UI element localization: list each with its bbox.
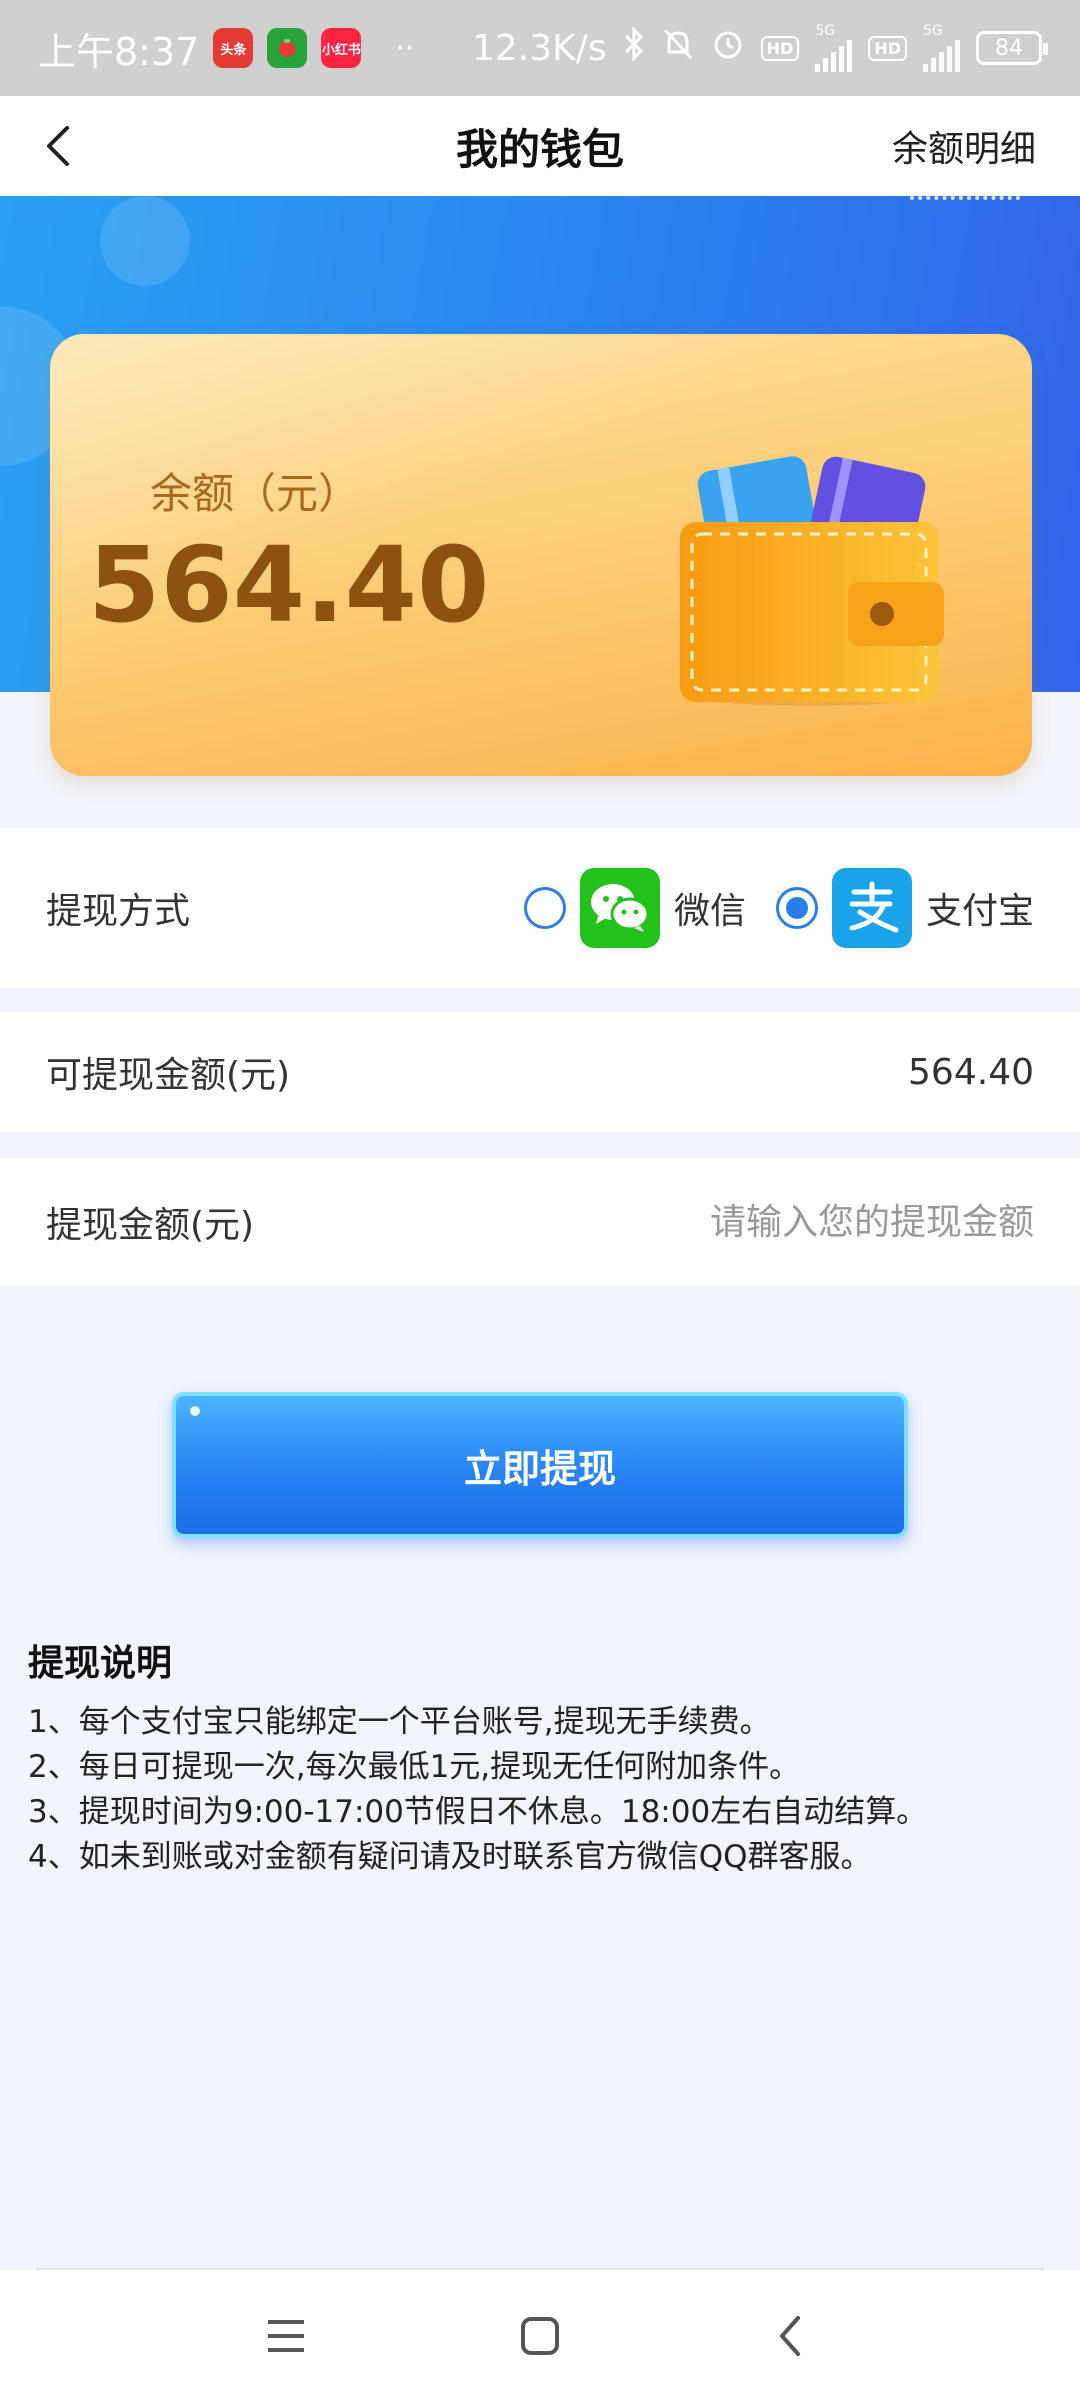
back-button[interactable] [28, 116, 88, 176]
more-notifications-dots: ·· [395, 30, 415, 66]
withdraw-now-button[interactable]: 立即提现 [172, 1392, 908, 1538]
home-button[interactable] [508, 2304, 572, 2368]
instruction-line: 4、如未到账或对金额有疑问请及时联系官方微信QQ群客服。 [28, 1839, 872, 1875]
instruction-line: 3、提现时间为9:00-17:00节假日不休息。18:00左右自动结算。 [28, 1794, 928, 1830]
menu-icon [268, 2320, 304, 2352]
signal-1: 5G [815, 24, 853, 72]
status-time: 上午8:37 [38, 29, 200, 74]
network-speed: 12.3K/s [472, 27, 607, 69]
withdraw-method-label: 提现方式 [46, 891, 191, 932]
app-header: 我的钱包 余额明细 [0, 96, 1080, 196]
alarm-icon [711, 26, 745, 71]
available-amount-value: 564.40 [908, 1051, 1034, 1093]
withdraw-instructions: 提现说明 1、每个支付宝只能绑定一个平台账号,提现无手续费。 2、每日可提现一次… [28, 1634, 1048, 1880]
toutiao-app-icon: 头条 [213, 28, 254, 68]
option-wechat[interactable]: 微信 [523, 868, 746, 948]
withdraw-now-label: 立即提现 [463, 1446, 616, 1491]
chevron-left-icon [780, 2316, 800, 2356]
withdraw-amount-row: 提现金额(元) [0, 1158, 1080, 1286]
withdraw-method-options: 微信 支付宝 [523, 868, 1034, 948]
status-bar: 上午8:37 头条 小红书 ·· 12.3K/s HD 5G HD 5G 84 [0, 0, 1080, 96]
instructions-title: 提现说明 [28, 1643, 173, 1684]
signal-bars-icon [923, 38, 960, 72]
instruction-line: 1、每个支付宝只能绑定一个平台账号,提现无手续费。 [28, 1704, 771, 1740]
wechat-icon [579, 868, 660, 948]
balance-label: 余额（元） [150, 469, 361, 518]
instruction-line: 2、每日可提现一次,每次最低1元,提现无任何附加条件。 [28, 1749, 801, 1785]
battery-icon: 84 [976, 31, 1048, 65]
wechat-radio[interactable] [523, 887, 566, 929]
square-icon [521, 2317, 559, 2355]
alipay-option-label: 支付宝 [925, 891, 1034, 932]
hd-badge-2: HD [868, 35, 907, 61]
withdraw-amount-label: 提现金额(元) [46, 1205, 255, 1246]
wallet-icon [680, 456, 944, 706]
withdraw-method-row: 提现方式 微信 支付宝 [0, 828, 1080, 988]
hd-badge-1: HD [760, 35, 800, 61]
bluetooth-icon [623, 25, 645, 71]
nav-back-button[interactable] [758, 2304, 822, 2368]
xiaohongshu-app-icon: 小红书 [321, 28, 362, 68]
available-amount-row: 可提现金额(元) 564.40 [0, 1012, 1080, 1132]
option-alipay[interactable]: 支付宝 [775, 868, 1034, 948]
alipay-radio[interactable] [775, 887, 818, 929]
recent-apps-button[interactable] [254, 2304, 318, 2368]
withdraw-amount-input[interactable] [614, 1201, 1034, 1243]
chevron-left-icon [47, 126, 69, 166]
available-amount-label: 可提现金额(元) [46, 1055, 291, 1096]
strawberry-app-icon [267, 28, 308, 68]
system-nav-bar [0, 2270, 1080, 2400]
balance-card: 余额（元） 564.40 [50, 334, 1032, 776]
mute-bell-icon [661, 26, 695, 71]
alipay-icon [831, 868, 912, 948]
balance-value: 564.40 [88, 524, 490, 646]
decor-bubble [100, 196, 190, 286]
decor-dots [910, 196, 1020, 204]
wechat-option-label: 微信 [673, 891, 746, 932]
signal-bars-icon [815, 38, 853, 72]
balance-detail-link[interactable]: 余额明细 [892, 120, 1036, 172]
signal-2: 5G [923, 24, 960, 72]
